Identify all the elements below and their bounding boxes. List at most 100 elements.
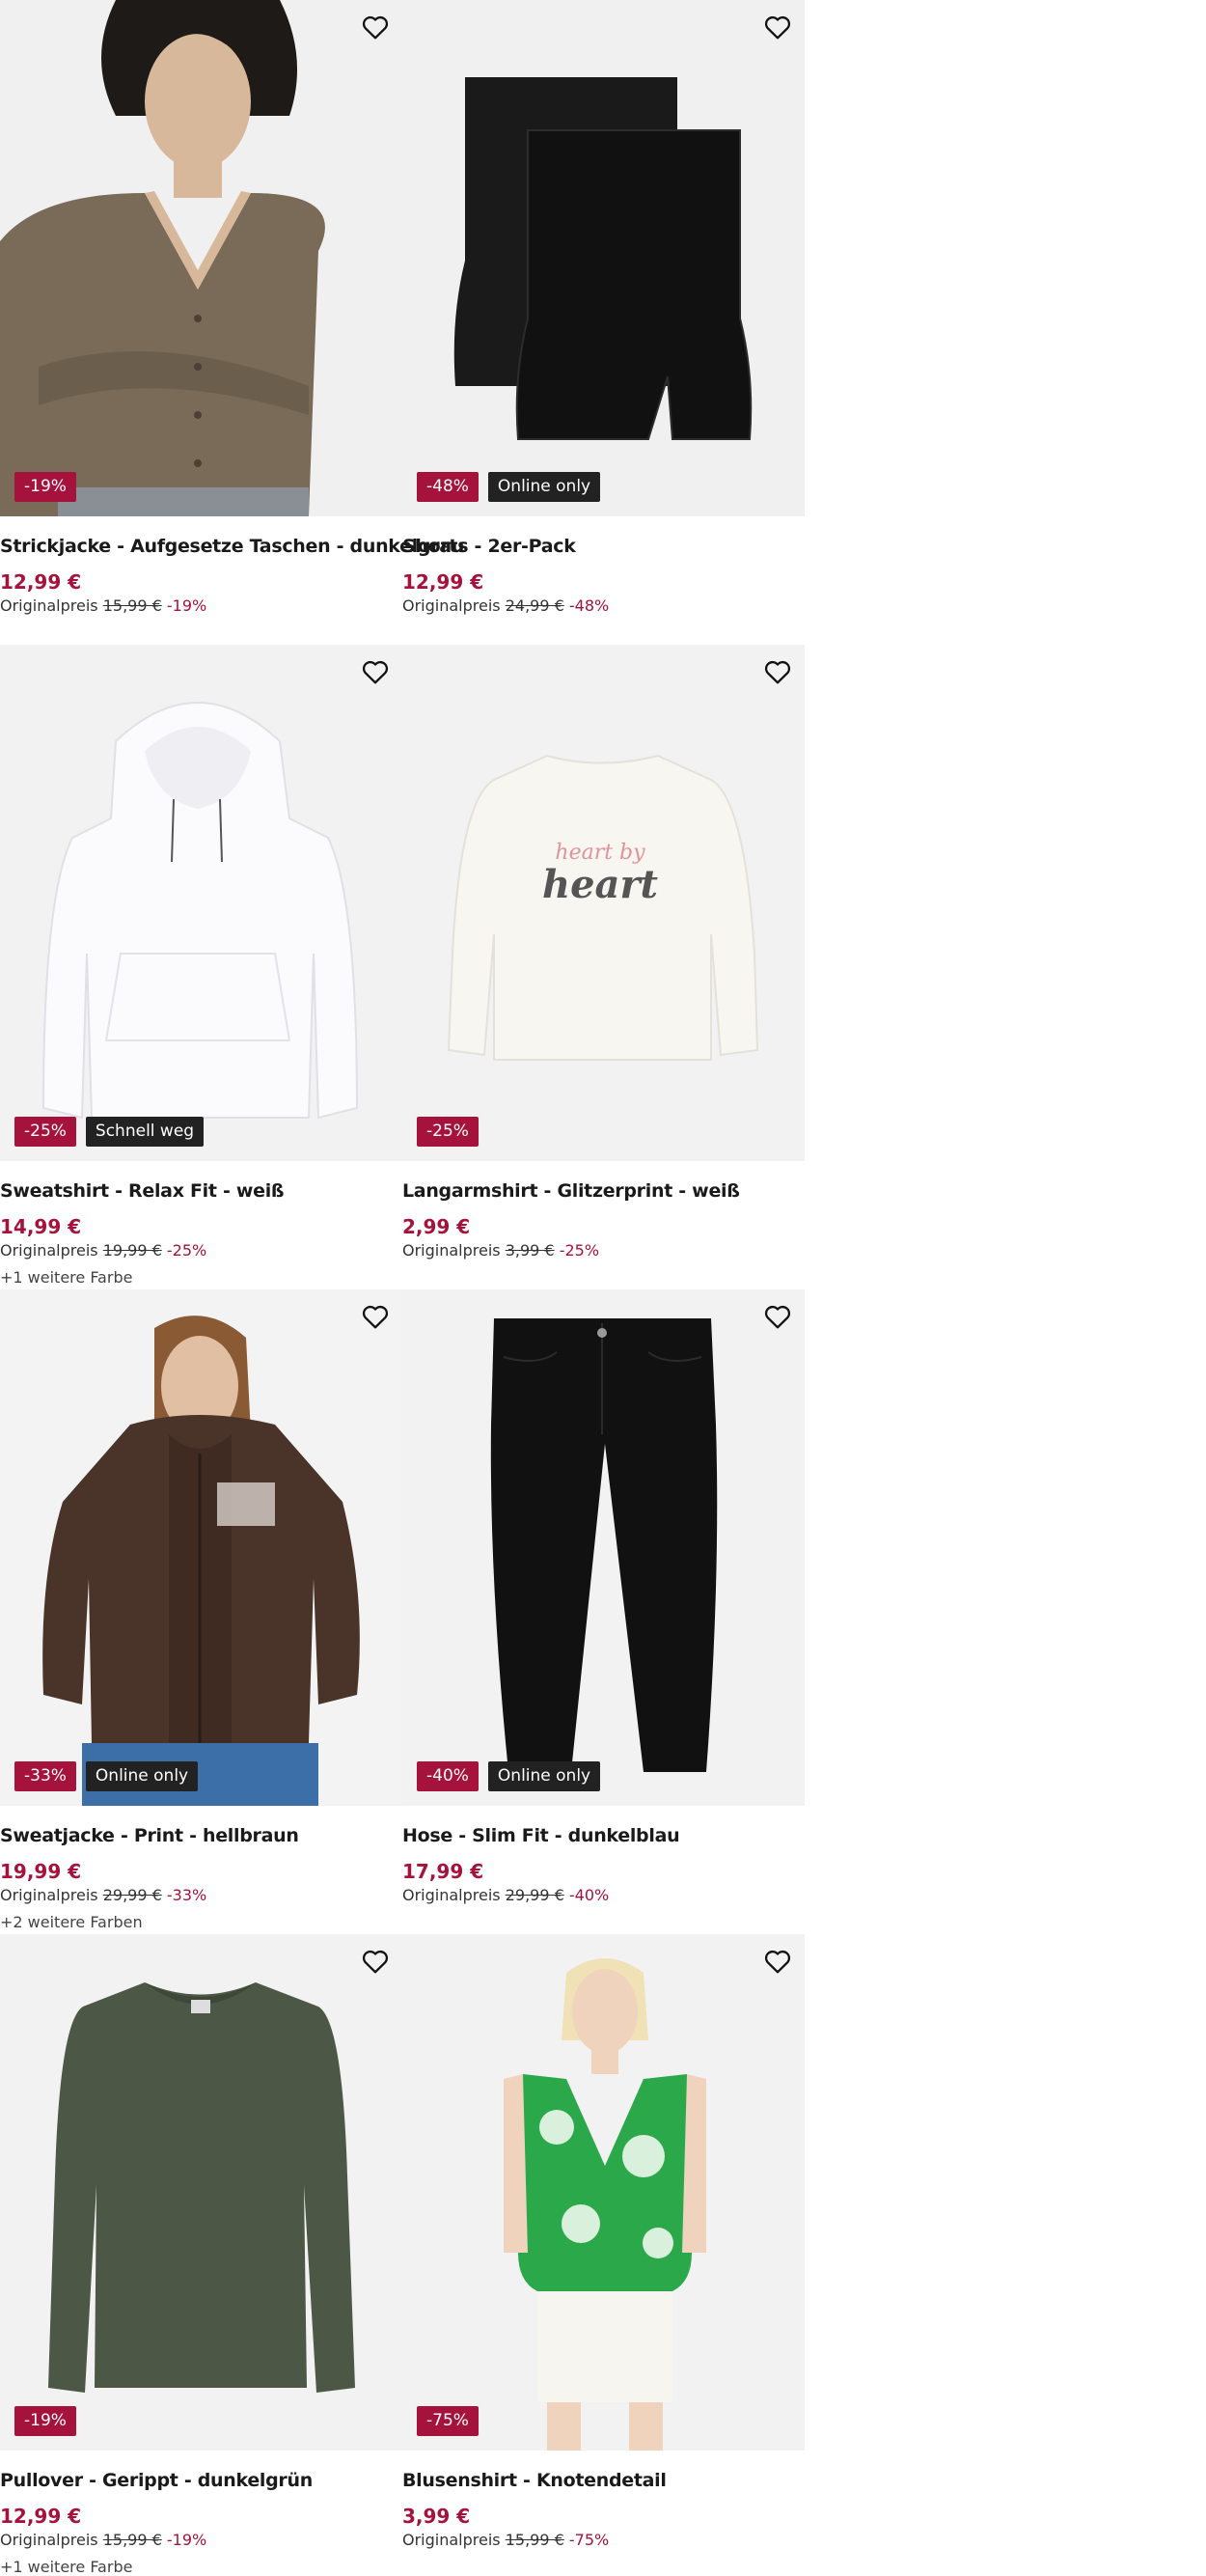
original-price-line: Originalpreis 15,99 € -19%	[0, 2530, 402, 2551]
original-price-line: Originalpreis 15,99 € -19%	[0, 596, 402, 617]
heart-icon	[362, 15, 389, 40]
product-price: 12,99 €	[0, 2505, 82, 2528]
discount-badge: -25%	[417, 1117, 479, 1147]
product-title[interactable]: Pullover - Gerippt - dunkelgrün	[0, 2468, 402, 2493]
favorite-button[interactable]	[356, 1297, 395, 1336]
product-info: Pullover - Gerippt - dunkelgrün 12,99 € …	[0, 2468, 402, 2576]
original-price-label: Originalpreis	[0, 1886, 98, 1904]
discount-badge: -48%	[417, 472, 479, 502]
product-price: 14,99 €	[0, 1215, 82, 1238]
product-card[interactable]: -25% Schnell weg Sweatshirt - Relax Fit …	[0, 645, 402, 1289]
original-price-label: Originalpreis	[402, 1886, 501, 1904]
product-image[interactable]: -19%	[0, 1934, 402, 2451]
discount-badge: -75%	[417, 2406, 479, 2436]
product-info: Blusenshirt - Knotendetail 3,99 € Origin…	[402, 2468, 805, 2551]
product-card[interactable]: -48% Online only Shorts - 2er-Pack 12,99…	[402, 0, 805, 645]
original-price: 15,99 €	[505, 2531, 564, 2549]
favorite-button[interactable]	[758, 1942, 797, 1980]
product-info: Shorts - 2er-Pack 12,99 € Originalpreis …	[402, 534, 805, 617]
original-price-label: Originalpreis	[0, 596, 98, 615]
original-price: 19,99 €	[102, 1241, 162, 1260]
product-title[interactable]: Blusenshirt - Knotendetail	[402, 2468, 805, 2493]
discount-badge: -40%	[417, 1761, 479, 1791]
badge-group: -33% Online only	[14, 1761, 199, 1791]
product-image[interactable]: -19%	[0, 0, 402, 516]
heart-icon	[362, 1305, 389, 1329]
original-price-line: Originalpreis 19,99 € -25%	[0, 1240, 402, 1261]
discount-percent: -19%	[166, 596, 207, 615]
favorite-button[interactable]	[758, 8, 797, 46]
original-price: 15,99 €	[102, 2531, 162, 2549]
product-image[interactable]: -48% Online only	[402, 0, 805, 516]
product-price: 2,99 €	[402, 1215, 471, 1238]
product-price: 17,99 €	[402, 1860, 484, 1883]
badge-group: -25%	[417, 1117, 479, 1147]
product-title[interactable]: Sweatshirt - Relax Fit - weiß	[0, 1178, 402, 1204]
heart-icon	[764, 660, 791, 684]
discount-percent: -19%	[166, 2531, 207, 2549]
discount-percent: -75%	[568, 2531, 610, 2549]
product-card[interactable]: heart by heart -25% Langarmshirt - Glitz…	[402, 645, 805, 1289]
heart-icon	[764, 1305, 791, 1329]
product-card[interactable]: -19% Pullover - Gerippt - dunkelgrün 12,…	[0, 1934, 402, 2576]
favorite-button[interactable]	[356, 652, 395, 691]
product-title[interactable]: Sweatjacke - Print - hellbraun	[0, 1823, 402, 1848]
original-price: 29,99 €	[505, 1886, 564, 1904]
original-price-line: Originalpreis 24,99 € -48%	[402, 596, 805, 617]
product-price: 19,99 €	[0, 1860, 82, 1883]
online-only-badge: Online only	[85, 1761, 199, 1791]
product-title[interactable]: Hose - Slim Fit - dunkelblau	[402, 1823, 805, 1848]
product-card[interactable]: -75% Blusenshirt - Knotendetail 3,99 € O…	[402, 1934, 805, 2576]
product-image[interactable]: -25% Schnell weg	[0, 645, 402, 1161]
more-colors-link[interactable]: +1 weitere Farbe	[0, 2555, 402, 2576]
product-info: Sweatshirt - Relax Fit - weiß 14,99 € Or…	[0, 1178, 402, 1290]
product-image[interactable]: -40% Online only	[402, 1289, 805, 1806]
product-card[interactable]: -33% Online only Sweatjacke - Print - he…	[0, 1289, 402, 1934]
product-info: Strickjacke - Aufgesetze Taschen - dunke…	[0, 534, 464, 617]
original-price-line: Originalpreis 15,99 € -75%	[402, 2530, 805, 2551]
discount-badge: -19%	[14, 2406, 76, 2436]
product-title[interactable]: Shorts - 2er-Pack	[402, 534, 805, 559]
online-only-badge: Online only	[487, 472, 601, 502]
product-title[interactable]: Strickjacke - Aufgesetze Taschen - dunke…	[0, 534, 464, 559]
heart-icon	[362, 660, 389, 684]
product-info: Langarmshirt - Glitzerprint - weiß 2,99 …	[402, 1178, 805, 1261]
heart-icon	[764, 1950, 791, 1974]
favorite-button[interactable]	[356, 1942, 395, 1980]
badge-group: -19%	[14, 2406, 76, 2436]
discount-percent: -25%	[166, 1241, 207, 1260]
discount-percent: -33%	[166, 1886, 207, 1904]
original-price-label: Originalpreis	[402, 596, 501, 615]
product-image[interactable]: -75%	[402, 1934, 805, 2451]
discount-percent: -48%	[568, 596, 610, 615]
original-price: 29,99 €	[102, 1886, 162, 1904]
more-colors-link[interactable]: +2 weitere Farben	[0, 1910, 402, 1935]
heart-icon	[764, 15, 791, 40]
original-price: 24,99 €	[505, 596, 564, 615]
online-only-badge: Online only	[487, 1761, 601, 1791]
original-price: 3,99 €	[505, 1241, 555, 1260]
favorite-button[interactable]	[758, 652, 797, 691]
original-price-line: Originalpreis 29,99 € -40%	[402, 1885, 805, 1906]
product-title[interactable]: Langarmshirt - Glitzerprint - weiß	[402, 1178, 805, 1204]
product-info: Hose - Slim Fit - dunkelblau 17,99 € Ori…	[402, 1823, 805, 1906]
original-price-label: Originalpreis	[402, 1241, 501, 1260]
badge-group: -19%	[14, 472, 76, 502]
product-card[interactable]: -40% Online only Hose - Slim Fit - dunke…	[402, 1289, 805, 1934]
badge-group: -48% Online only	[417, 472, 601, 502]
product-price: 12,99 €	[402, 570, 484, 594]
product-image[interactable]: -33% Online only	[0, 1289, 402, 1806]
product-image[interactable]: heart by heart -25%	[402, 645, 805, 1161]
more-colors-link[interactable]: +1 weitere Farbe	[0, 1265, 402, 1290]
favorite-button[interactable]	[356, 8, 395, 46]
original-price-line: Originalpreis 3,99 € -25%	[402, 1240, 805, 1261]
badge-group: -75%	[417, 2406, 479, 2436]
original-price-label: Originalpreis	[0, 1241, 98, 1260]
favorite-button[interactable]	[758, 1297, 797, 1336]
original-price-label: Originalpreis	[0, 2531, 98, 2549]
discount-percent: -40%	[568, 1886, 610, 1904]
discount-badge: -33%	[14, 1761, 76, 1791]
discount-badge: -25%	[14, 1117, 76, 1147]
product-card[interactable]: -19% Strickjacke - Aufgesetze Taschen - …	[0, 0, 464, 645]
product-price: 12,99 €	[0, 570, 82, 594]
